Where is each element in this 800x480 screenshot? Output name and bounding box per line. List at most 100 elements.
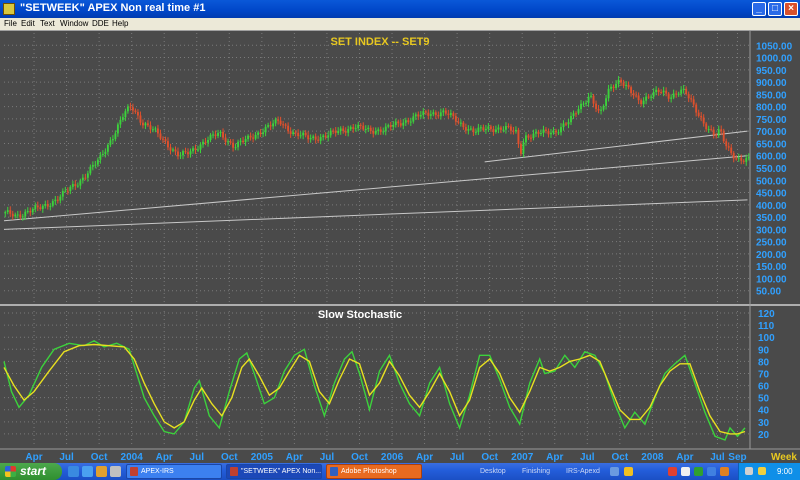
candle-body [630,87,633,94]
candle-body [715,134,718,136]
photoshop-icon [330,467,338,476]
candle-body [504,126,507,130]
candle-body [192,148,194,152]
candle-body [39,207,42,209]
price-y-tick: 600.00 [756,152,787,163]
candle-body [437,115,440,117]
candle-body [560,127,562,133]
x-axis-tick: Apr [156,452,173,463]
candle-body [514,129,517,132]
internet-explorer-icon[interactable] [82,466,93,477]
candle-body [227,141,230,143]
candle-body [615,83,618,89]
price-y-tick: 100.00 [756,274,787,285]
candle-body [154,128,157,130]
candle-body [730,147,733,153]
task-photoshop[interactable]: Adobe Photoshop [326,464,422,479]
candle-body [164,139,167,142]
candle-body [377,129,380,132]
candle-body [16,214,19,216]
x-axis-tick: Apr [25,452,42,463]
candle-body [535,131,537,134]
price-y-tick: 800.00 [756,103,787,114]
x-axis-tick: Jul [580,452,595,463]
candle-body [69,186,72,192]
toolbar-desktop[interactable]: Desktop [480,463,506,480]
toolbar-icon[interactable] [610,467,619,476]
menu-text[interactable]: Text [40,18,55,30]
candle-body [204,141,207,143]
candle-body [660,92,663,94]
candle-body [542,129,545,134]
candle-body [509,126,512,131]
candle-body [314,136,317,140]
candle-body [399,123,402,126]
toolbar-finishing[interactable]: Finishing [522,463,550,480]
x-axis-label: Week [771,452,797,463]
toolbar-icon[interactable] [707,467,716,476]
menu-window[interactable]: Window [60,18,88,30]
candle-body [547,130,550,135]
chart-canvas[interactable]: 1050.00 1000.00950.00900.00850.00 800.0075… [0,31,800,464]
candle-body [189,151,192,155]
candle-body [262,132,265,135]
candle-body [339,128,342,131]
candle-body [167,141,169,148]
minimize-button[interactable]: _ [752,2,766,16]
speaker-icon[interactable] [745,467,753,475]
candle-body [439,112,442,117]
x-axis-tick: 2008 [641,452,664,463]
candle-body [187,152,189,155]
task-apex-irs[interactable]: APEX-IRS [126,464,222,479]
candle-body [522,142,525,154]
candle-body [429,114,432,116]
candle-body [26,211,29,213]
toolbar-icon[interactable] [720,467,729,476]
quicklaunch-icon[interactable] [110,466,121,477]
network-icon[interactable] [758,467,766,475]
x-axis-tick: Oct [221,452,238,463]
candle-body [670,97,673,99]
candle-body [412,116,415,122]
stoch-y-tick: 50 [758,394,770,405]
candle-body [297,132,300,137]
candle-body [312,136,315,139]
candle-body [46,204,49,207]
task-label: Adobe Photoshop [341,468,397,475]
candle-body [319,137,322,141]
candle-body [79,180,82,186]
start-button[interactable]: start [0,463,62,480]
close-button[interactable]: × [784,2,798,16]
menu-help[interactable]: Help [112,18,128,30]
candle-body [197,149,199,151]
candle-body [109,140,112,145]
menu-file[interactable]: File [4,18,17,30]
toolbar-irs-apexd[interactable]: IRS-Apexd [566,463,600,480]
candle-body [419,114,422,117]
maximize-button[interactable]: □ [768,2,782,16]
candle-body [467,129,470,131]
apex-app-icon [130,467,138,476]
candle-body [289,131,292,135]
toolbar-icon[interactable] [668,467,677,476]
candle-body [519,144,522,154]
stoch-y-tick: 70 [758,369,770,380]
candle-body [537,131,540,135]
candle-body [59,196,62,201]
show-desktop-icon[interactable] [68,466,79,477]
toolbar-icon[interactable] [694,467,703,476]
candle-body [279,120,282,125]
menu-dde[interactable]: DDE [92,18,109,30]
menu-edit[interactable]: Edit [21,18,35,30]
stoch-y-tick: 120 [758,309,775,320]
title-bar[interactable]: "SETWEEK" APEX Non real time #1 _ □ × [0,0,800,18]
task-setweek[interactable]: "SETWEEK" APEX Non... [226,464,322,479]
explorer-icon[interactable] [96,466,107,477]
candle-body [277,119,280,121]
candle-body [477,127,480,133]
candle-body [66,190,69,192]
toolbar-icon[interactable] [624,467,633,476]
candle-body [212,134,214,136]
stoch-y-tick: 20 [758,430,770,441]
toolbar-icon[interactable] [681,467,690,476]
